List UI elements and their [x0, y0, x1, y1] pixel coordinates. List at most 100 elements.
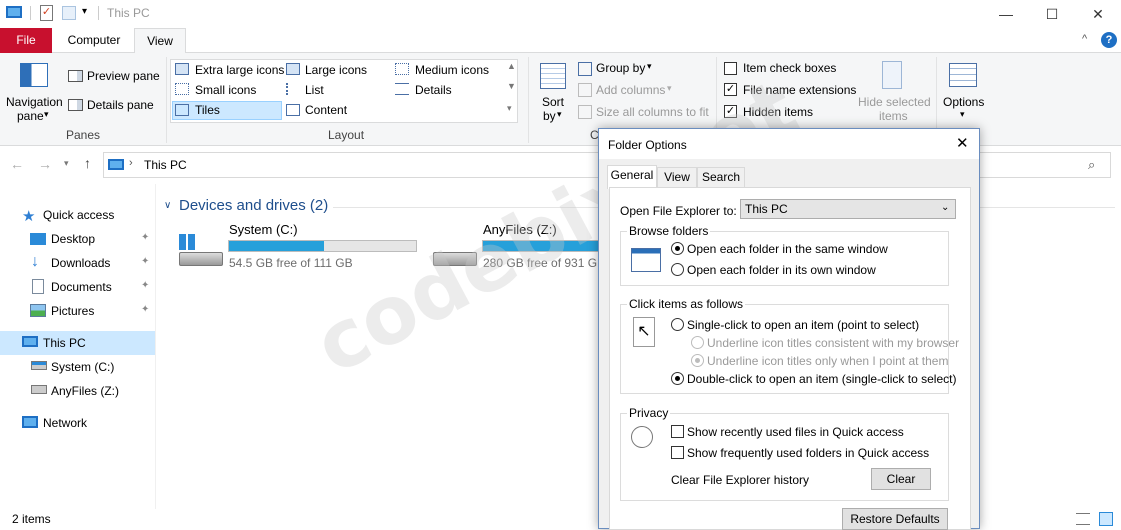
drive-name: AnyFiles (Z:) — [483, 222, 557, 237]
group-by-button[interactable]: Group by — [596, 61, 645, 75]
navigation-pane-icon[interactable] — [20, 63, 48, 87]
nav-system-c[interactable]: System (C:) — [51, 356, 114, 378]
documents-icon — [32, 279, 44, 294]
double-click-radio[interactable] — [671, 372, 684, 385]
underline-point-radio[interactable] — [691, 354, 704, 367]
qat-dropdown-icon[interactable]: ▾ — [82, 6, 87, 17]
large-icons-view-icon[interactable] — [1099, 512, 1113, 526]
content-option[interactable]: Content — [305, 103, 347, 117]
dialog-tab-general[interactable]: General — [607, 165, 657, 189]
properties-icon[interactable]: ✓ — [40, 5, 53, 21]
medium-icons-option[interactable]: Medium icons — [415, 63, 489, 77]
back-icon[interactable]: ← — [10, 156, 24, 172]
group-separator — [528, 57, 529, 143]
pin-icon: ✦ — [141, 304, 150, 315]
tiles-option[interactable]: Tiles — [195, 103, 220, 117]
search-icon[interactable]: ⌕ — [1088, 157, 1095, 173]
underline-consistent-radio[interactable] — [691, 336, 704, 349]
privacy-legend: Privacy — [627, 406, 671, 420]
options-button[interactable]: Options — [943, 95, 984, 109]
collapse-ribbon-icon[interactable]: ^ — [1082, 33, 1087, 45]
file-name-extensions-label: File name extensions — [743, 83, 857, 97]
nav-network[interactable]: Network — [43, 412, 87, 434]
help-icon[interactable]: ? — [1101, 32, 1117, 48]
breadcrumb-chevron-icon[interactable]: › — [129, 157, 133, 169]
file-name-extensions-checkbox[interactable]: ✓ — [724, 83, 737, 96]
hide-selected-items-button[interactable]: Hide selected — [858, 95, 931, 109]
list-option[interactable]: List — [305, 83, 324, 97]
gallery-scroll-up-icon[interactable]: ▲ — [507, 61, 516, 71]
privacy-group: Privacy Show recently used files in Quic… — [620, 406, 949, 501]
small-icons-option[interactable]: Small icons — [195, 83, 256, 97]
tab-computer[interactable]: Computer — [58, 28, 130, 53]
item-check-boxes-checkbox[interactable] — [724, 62, 737, 75]
item-check-boxes-label: Item check boxes — [743, 61, 837, 75]
nav-this-pc[interactable]: This PC — [43, 332, 86, 354]
breadcrumb-this-pc[interactable]: This PC — [144, 158, 187, 172]
nav-anyfiles-z[interactable]: AnyFiles (Z:) — [51, 380, 119, 402]
tiles-icon — [175, 104, 189, 116]
clock-folder-icon — [631, 426, 653, 448]
details-view-icon[interactable] — [1076, 513, 1090, 525]
drive-usage-fill — [229, 241, 325, 251]
extra-large-icons-option[interactable]: Extra large icons — [195, 63, 284, 77]
new-folder-icon[interactable] — [62, 6, 76, 20]
drive-icon — [31, 385, 47, 394]
forward-icon[interactable]: → — [38, 156, 52, 172]
maximize-button[interactable]: ☐ — [1029, 0, 1075, 28]
preview-pane-button[interactable]: Preview pane — [87, 69, 160, 83]
details-pane-button[interactable]: Details pane — [87, 98, 154, 112]
chevron-down-icon: ▾ — [647, 61, 652, 71]
large-icons-option[interactable]: Large icons — [305, 63, 367, 77]
collapse-group-icon[interactable]: ∨ — [164, 200, 171, 211]
clear-button[interactable]: Clear — [871, 468, 931, 490]
tab-view[interactable]: View — [134, 28, 186, 54]
click-cursor-icon: ↖ — [633, 317, 655, 347]
dialog-tab-search[interactable]: Search — [697, 167, 745, 188]
same-window-radio[interactable] — [671, 242, 684, 255]
nav-downloads[interactable]: Downloads — [51, 252, 110, 274]
drive-tile[interactable]: System (C:) 54.5 GB free of 111 GB — [175, 222, 425, 272]
nav-pictures[interactable]: Pictures — [51, 300, 94, 322]
own-window-radio[interactable] — [671, 263, 684, 276]
navigation-pane-button[interactable]: Navigation — [6, 95, 63, 109]
tab-file[interactable]: File — [0, 28, 52, 53]
open-explorer-dropdown[interactable]: This PC ⌄ — [740, 199, 956, 219]
folder-window-icon — [631, 248, 661, 272]
open-explorer-label: Open File Explorer to: — [620, 204, 737, 218]
hide-selected-items-label: items — [879, 109, 908, 123]
preview-pane-icon — [68, 70, 83, 82]
section-header[interactable]: Devices and drives (2) — [179, 197, 328, 214]
size-all-columns-button[interactable]: Size all columns to fit — [596, 105, 709, 119]
dialog-close-icon[interactable]: ✕ — [956, 134, 969, 152]
restore-defaults-button[interactable]: Restore Defaults — [842, 508, 948, 530]
downloads-icon: ↓ — [31, 253, 39, 270]
close-button[interactable]: ✕ — [1075, 0, 1121, 28]
hidden-items-checkbox[interactable]: ✓ — [724, 105, 737, 118]
drive-icon — [179, 252, 223, 266]
click-items-legend: Click items as follows — [627, 297, 746, 311]
gallery-more-icon[interactable]: ▾ — [507, 103, 512, 114]
single-click-radio[interactable] — [671, 318, 684, 331]
open-explorer-value: This PC — [745, 202, 788, 216]
frequent-folders-checkbox[interactable] — [671, 446, 684, 459]
nav-documents[interactable]: Documents — [51, 276, 112, 298]
computer-icon — [108, 159, 124, 170]
up-icon[interactable]: ↑ — [84, 155, 91, 171]
frequent-folders-label: Show frequently used folders in Quick ac… — [687, 446, 930, 460]
gallery-scroll-down-icon[interactable]: ▼ — [507, 81, 516, 91]
recent-locations-icon[interactable]: ▾ — [64, 158, 69, 169]
details-option[interactable]: Details — [415, 83, 452, 97]
nav-desktop[interactable]: Desktop — [51, 228, 95, 250]
add-columns-button[interactable]: Add columns — [596, 83, 665, 97]
own-window-label: Open each folder in its own window — [687, 263, 876, 277]
navigation-pane: ★ Quick access Desktop ✦ ↓ Downloads ✦ D… — [0, 184, 156, 509]
drive-free-space: 54.5 GB free of 111 GB — [229, 256, 353, 270]
recent-files-checkbox[interactable] — [671, 425, 684, 438]
sort-by-button[interactable]: Sort — [542, 95, 564, 109]
computer-icon — [22, 336, 38, 347]
small-icons-icon — [175, 83, 189, 95]
dialog-tab-view[interactable]: View — [657, 167, 697, 188]
nav-quick-access[interactable]: Quick access — [43, 204, 114, 226]
minimize-button[interactable]: — — [983, 0, 1029, 28]
